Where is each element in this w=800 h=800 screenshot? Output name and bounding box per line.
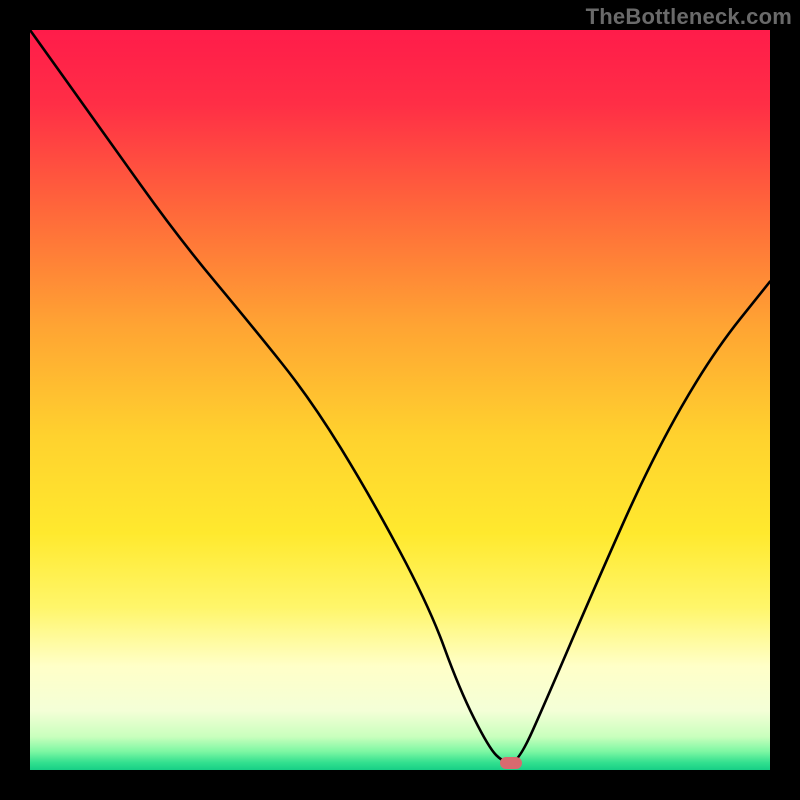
chart-frame: TheBottleneck.com [0,0,800,800]
watermark-text: TheBottleneck.com [586,4,792,30]
plot-svg [30,30,770,770]
plot-area [30,30,770,770]
optimal-marker [500,757,522,769]
gradient-background [30,30,770,770]
